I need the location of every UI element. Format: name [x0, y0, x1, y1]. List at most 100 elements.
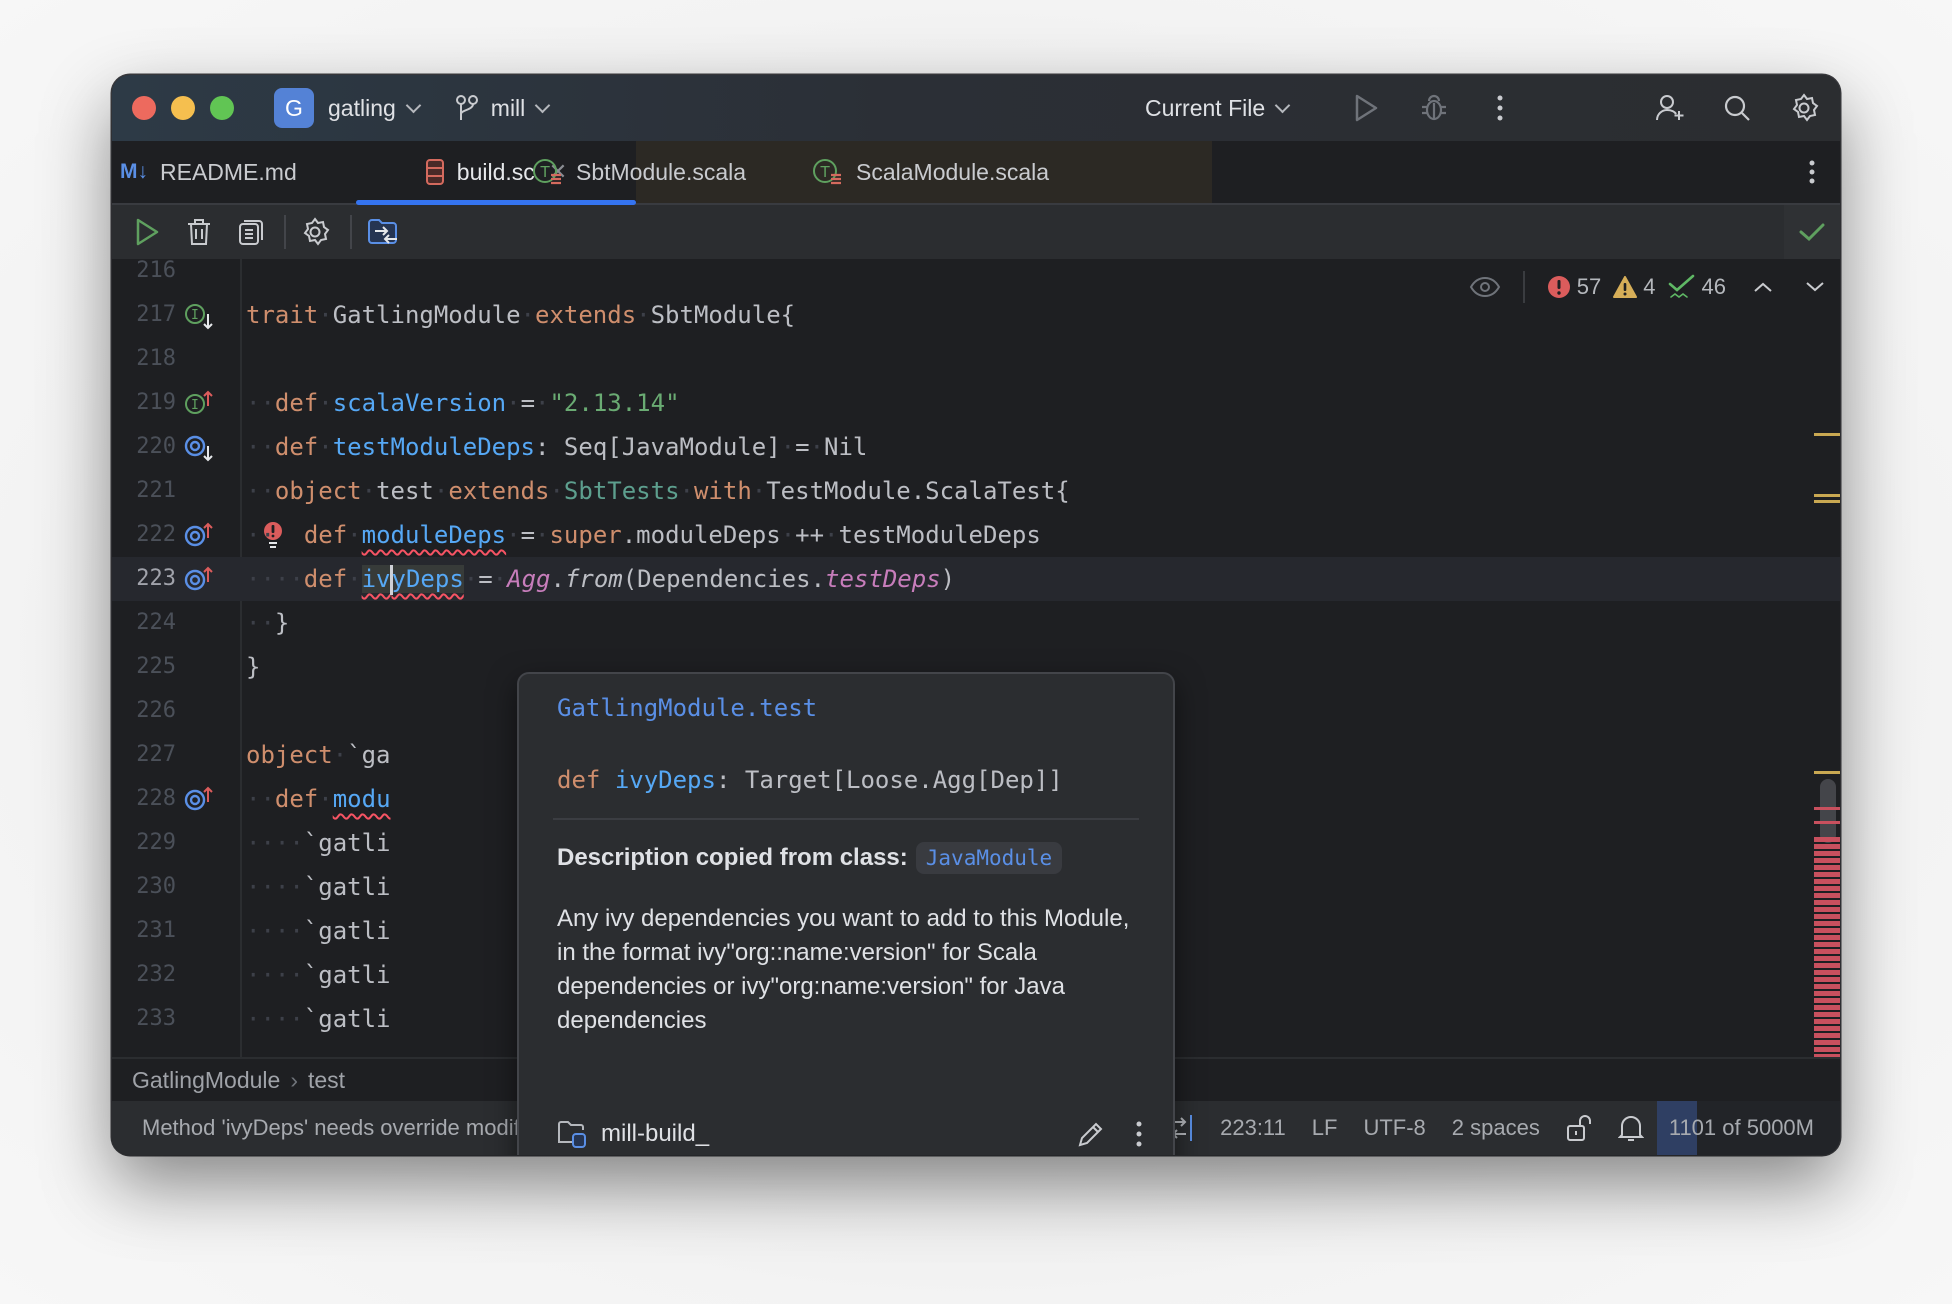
- doc-description-source: Description copied from class: JavaModul…: [557, 842, 1063, 874]
- project-name: gatling: [328, 94, 396, 121]
- notifications-bell-icon[interactable]: [1617, 1113, 1644, 1143]
- run-configuration-selector[interactable]: Current File: [1145, 75, 1291, 141]
- run-configuration-label: Current File: [1145, 94, 1266, 121]
- memory-label: 1101 of 5000M: [1668, 1115, 1814, 1140]
- error-marker[interactable]: [1814, 872, 1840, 877]
- error-marker[interactable]: [1814, 998, 1840, 1003]
- quick-documentation-popup: GatlingModule.test def ivyDeps: Target[L…: [517, 672, 1175, 1155]
- tab-scalamodule[interactable]: T ScalaModule.scala: [812, 141, 1049, 203]
- error-marker[interactable]: [1814, 942, 1840, 947]
- error-marker[interactable]: [1814, 1005, 1840, 1010]
- doc-footer: mill-build_: [557, 1114, 1143, 1154]
- caret-position[interactable]: 223:11: [1220, 1115, 1286, 1141]
- error-marker[interactable]: [1814, 1033, 1840, 1038]
- project-selector[interactable]: G gatling: [274, 88, 422, 128]
- tab-options-icon[interactable]: [1792, 141, 1832, 203]
- code-text: ····`gatli: [246, 873, 391, 901]
- breadcrumb-item[interactable]: GatlingModule: [132, 1067, 280, 1094]
- line-number: 219: [136, 390, 176, 415]
- tab-label: README.md: [160, 158, 297, 185]
- code-text: ····`gatli: [246, 829, 391, 857]
- more-icon[interactable]: [1484, 92, 1516, 124]
- line-separator[interactable]: LF: [1312, 1115, 1338, 1141]
- error-marker[interactable]: [1814, 807, 1840, 810]
- error-marker[interactable]: [1814, 949, 1840, 954]
- script-status-icon[interactable]: [1784, 205, 1840, 259]
- warning-marker[interactable]: [1814, 433, 1840, 436]
- scrollbar-thumb[interactable]: [1820, 779, 1836, 843]
- error-marker[interactable]: [1814, 914, 1840, 919]
- error-marker[interactable]: [1814, 900, 1840, 905]
- error-stripe[interactable]: [1812, 259, 1840, 1059]
- error-marker[interactable]: [1814, 991, 1840, 996]
- implemented-trait-icon[interactable]: I: [184, 302, 216, 330]
- project-badge: G: [274, 88, 314, 128]
- error-marker[interactable]: [1814, 1047, 1840, 1052]
- load-script-changes-icon[interactable]: [366, 215, 400, 249]
- maximize-window-button[interactable]: [210, 96, 234, 120]
- error-marker[interactable]: [1814, 935, 1840, 940]
- error-marker[interactable]: [1814, 1026, 1840, 1031]
- code-text: ····`gatli: [246, 961, 391, 989]
- add-user-icon[interactable]: [1654, 92, 1686, 124]
- tab-sbtmodule[interactable]: T SbtModule.scala: [532, 141, 746, 203]
- warning-marker[interactable]: [1814, 500, 1840, 503]
- error-marker[interactable]: [1814, 977, 1840, 982]
- warning-marker[interactable]: [1814, 494, 1840, 497]
- error-marker[interactable]: [1814, 984, 1840, 989]
- error-marker[interactable]: [1814, 865, 1840, 870]
- breadcrumb-item[interactable]: test: [308, 1067, 345, 1094]
- branch-selector[interactable]: mill: [455, 94, 551, 122]
- overrides-method-icon[interactable]: [184, 786, 216, 814]
- run-script-icon[interactable]: [130, 215, 164, 249]
- lock-open-icon[interactable]: [1566, 1114, 1592, 1142]
- settings-icon[interactable]: [298, 215, 332, 249]
- file-encoding[interactable]: UTF-8: [1363, 1115, 1425, 1141]
- git-branch-icon: [455, 95, 478, 120]
- overrides-method-icon[interactable]: I: [184, 390, 216, 418]
- overrides-method-icon[interactable]: [184, 522, 216, 550]
- markdown-icon: M↓: [120, 160, 148, 183]
- error-marker[interactable]: [1814, 837, 1840, 842]
- scala-trait-icon: T: [532, 157, 564, 187]
- overridden-method-icon[interactable]: [184, 434, 216, 462]
- error-marker[interactable]: [1814, 963, 1840, 968]
- error-marker[interactable]: [1814, 844, 1840, 849]
- line-number: 220: [136, 434, 176, 459]
- error-marker[interactable]: [1814, 879, 1840, 884]
- error-marker[interactable]: [1814, 907, 1840, 912]
- search-icon[interactable]: [1721, 92, 1753, 124]
- source-class-link[interactable]: JavaModule: [915, 842, 1063, 874]
- editor-tabs: M↓ README.md build.sc ✕ T SbtModule.scal…: [112, 141, 1840, 205]
- overrides-method-icon[interactable]: [184, 566, 216, 594]
- error-marker[interactable]: [1814, 970, 1840, 975]
- minimize-window-button[interactable]: [171, 96, 195, 120]
- close-window-button[interactable]: [132, 96, 156, 120]
- error-marker[interactable]: [1814, 956, 1840, 961]
- more-options-icon[interactable]: [1135, 1120, 1143, 1148]
- error-marker[interactable]: [1814, 928, 1840, 933]
- error-marker[interactable]: [1814, 858, 1840, 863]
- warning-marker[interactable]: [1814, 771, 1840, 774]
- memory-indicator[interactable]: 1101 of 5000M: [1656, 1101, 1840, 1155]
- indent-setting[interactable]: 2 spaces: [1452, 1115, 1540, 1141]
- doc-owner-link[interactable]: GatlingModule.test: [557, 694, 817, 722]
- error-marker[interactable]: [1814, 821, 1840, 824]
- tab-readme[interactable]: M↓ README.md: [120, 141, 297, 203]
- error-marker[interactable]: [1814, 1019, 1840, 1024]
- delete-icon[interactable]: [182, 215, 216, 249]
- run-icon[interactable]: [1350, 92, 1382, 124]
- copy-icon[interactable]: [234, 215, 268, 249]
- error-marker[interactable]: [1814, 1040, 1840, 1045]
- error-marker[interactable]: [1814, 851, 1840, 856]
- code-text: object·`ga: [246, 741, 391, 769]
- error-marker[interactable]: [1814, 1012, 1840, 1017]
- error-marker[interactable]: [1814, 921, 1840, 926]
- code-text: ··}: [246, 609, 290, 637]
- line-number: 230: [136, 874, 176, 899]
- edit-source-icon[interactable]: [1077, 1120, 1105, 1148]
- error-marker[interactable]: [1814, 893, 1840, 898]
- settings-icon[interactable]: [1788, 92, 1820, 124]
- error-marker[interactable]: [1814, 886, 1840, 891]
- debug-icon[interactable]: [1418, 92, 1450, 124]
